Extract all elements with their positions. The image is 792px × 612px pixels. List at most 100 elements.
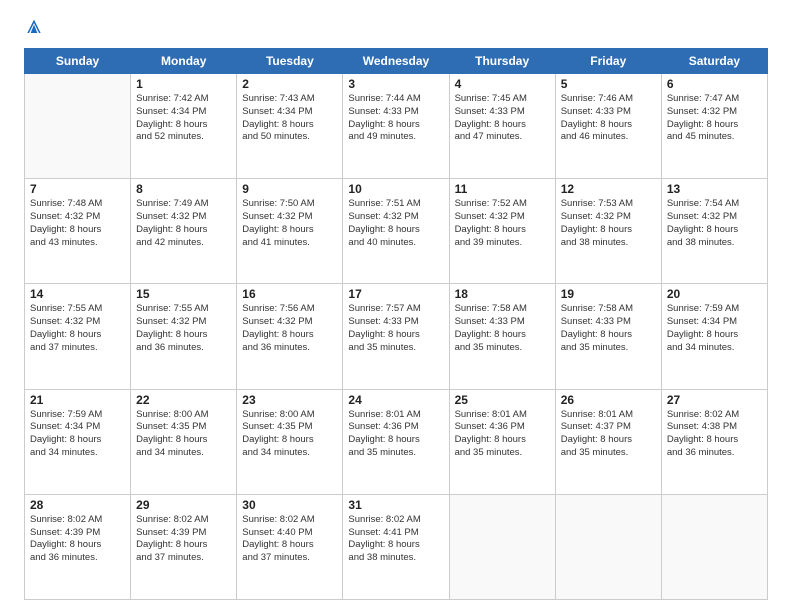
day-info: Sunrise: 7:55 AM Sunset: 4:32 PM Dayligh… <box>136 303 231 354</box>
calendar-cell: 5Sunrise: 7:46 AM Sunset: 4:33 PM Daylig… <box>555 74 661 179</box>
calendar-cell <box>449 494 555 599</box>
weekday-header-sunday: Sunday <box>25 49 131 74</box>
calendar-cell: 10 Sunrise: 7:51 AM Sunset: 4:32 PM Dayli… <box>343 179 449 284</box>
day-number: 30 <box>242 498 337 512</box>
day-number: 29 <box>136 498 231 512</box>
calendar-cell: 29 Sunrise: 8:02 AM Sunset: 4:39 PM Dayli… <box>131 494 237 599</box>
day-info: Sunrise: 8:01 AM Sunset: 4:36 PM Dayligh… <box>348 409 443 460</box>
day-info: Sunrise: 7:56 AM Sunset: 4:32 PM Dayligh… <box>242 303 337 354</box>
day-number: 21 <box>30 393 125 407</box>
day-info: Sunrise: 8:00 AM Sunset: 4:35 PM Dayligh… <box>136 409 231 460</box>
day-info: Sunrise: 7:59 AM Sunset: 4:34 PM Dayligh… <box>30 409 125 460</box>
calendar-cell: 25 Sunrise: 8:01 AM Sunset: 4:36 PM Dayli… <box>449 389 555 494</box>
calendar-cell: 30Sunrise: 8:02 AM Sunset: 4:40 PM Dayli… <box>237 494 343 599</box>
day-info: Sunrise: 7:47 AM Sunset: 4:32 PM Dayligh… <box>667 93 762 144</box>
day-info: Sunrise: 8:00 AM Sunset: 4:35 PM Dayligh… <box>242 409 337 460</box>
day-number: 7 <box>30 182 125 196</box>
day-number: 10 <box>348 182 443 196</box>
calendar-cell: 4 Sunrise: 7:45 AM Sunset: 4:33 PM Daylig… <box>449 74 555 179</box>
day-info: Sunrise: 7:52 AM Sunset: 4:32 PM Dayligh… <box>455 198 550 249</box>
calendar-cell: 23 Sunrise: 8:00 AM Sunset: 4:35 PM Dayli… <box>237 389 343 494</box>
calendar-week-row: 28 Sunrise: 8:02 AM Sunset: 4:39 PM Dayli… <box>25 494 768 599</box>
header <box>24 18 768 38</box>
weekday-header-thursday: Thursday <box>449 49 555 74</box>
day-info: Sunrise: 7:54 AM Sunset: 4:32 PM Dayligh… <box>667 198 762 249</box>
calendar-cell: 27Sunrise: 8:02 AM Sunset: 4:38 PM Dayli… <box>661 389 767 494</box>
day-number: 24 <box>348 393 443 407</box>
calendar-cell: 8 Sunrise: 7:49 AM Sunset: 4:32 PM Daylig… <box>131 179 237 284</box>
day-info: Sunrise: 8:02 AM Sunset: 4:39 PM Dayligh… <box>136 514 231 565</box>
day-number: 23 <box>242 393 337 407</box>
weekday-header-friday: Friday <box>555 49 661 74</box>
weekday-header-row: SundayMondayTuesdayWednesdayThursdayFrid… <box>25 49 768 74</box>
day-number: 1 <box>136 77 231 91</box>
calendar-table: SundayMondayTuesdayWednesdayThursdayFrid… <box>24 48 768 600</box>
day-number: 2 <box>242 77 337 91</box>
day-number: 19 <box>561 287 656 301</box>
day-info: Sunrise: 8:01 AM Sunset: 4:37 PM Dayligh… <box>561 409 656 460</box>
calendar-week-row: 1 Sunrise: 7:42 AM Sunset: 4:34 PM Daylig… <box>25 74 768 179</box>
calendar-cell: 17 Sunrise: 7:57 AM Sunset: 4:33 PM Dayli… <box>343 284 449 389</box>
calendar-cell: 15Sunrise: 7:55 AM Sunset: 4:32 PM Dayli… <box>131 284 237 389</box>
calendar-cell: 13 Sunrise: 7:54 AM Sunset: 4:32 PM Dayli… <box>661 179 767 284</box>
day-info: Sunrise: 7:49 AM Sunset: 4:32 PM Dayligh… <box>136 198 231 249</box>
day-number: 25 <box>455 393 550 407</box>
day-number: 22 <box>136 393 231 407</box>
day-number: 11 <box>455 182 550 196</box>
day-info: Sunrise: 7:43 AM Sunset: 4:34 PM Dayligh… <box>242 93 337 144</box>
day-number: 31 <box>348 498 443 512</box>
day-info: Sunrise: 8:02 AM Sunset: 4:39 PM Dayligh… <box>30 514 125 565</box>
day-info: Sunrise: 7:48 AM Sunset: 4:32 PM Dayligh… <box>30 198 125 249</box>
day-info: Sunrise: 7:45 AM Sunset: 4:33 PM Dayligh… <box>455 93 550 144</box>
day-info: Sunrise: 7:53 AM Sunset: 4:32 PM Dayligh… <box>561 198 656 249</box>
calendar-cell <box>661 494 767 599</box>
day-info: Sunrise: 7:58 AM Sunset: 4:33 PM Dayligh… <box>455 303 550 354</box>
page: SundayMondayTuesdayWednesdayThursdayFrid… <box>0 0 792 612</box>
weekday-header-tuesday: Tuesday <box>237 49 343 74</box>
calendar-cell: 9Sunrise: 7:50 AM Sunset: 4:32 PM Daylig… <box>237 179 343 284</box>
day-info: Sunrise: 7:42 AM Sunset: 4:34 PM Dayligh… <box>136 93 231 144</box>
calendar-cell: 24 Sunrise: 8:01 AM Sunset: 4:36 PM Dayli… <box>343 389 449 494</box>
day-info: Sunrise: 7:51 AM Sunset: 4:32 PM Dayligh… <box>348 198 443 249</box>
logo-icon <box>24 18 44 38</box>
day-number: 20 <box>667 287 762 301</box>
day-info: Sunrise: 7:57 AM Sunset: 4:33 PM Dayligh… <box>348 303 443 354</box>
day-number: 8 <box>136 182 231 196</box>
calendar-cell: 26 Sunrise: 8:01 AM Sunset: 4:37 PM Dayli… <box>555 389 661 494</box>
logo <box>24 18 48 38</box>
calendar-cell: 21 Sunrise: 7:59 AM Sunset: 4:34 PM Dayli… <box>25 389 131 494</box>
weekday-header-monday: Monday <box>131 49 237 74</box>
day-info: Sunrise: 7:44 AM Sunset: 4:33 PM Dayligh… <box>348 93 443 144</box>
day-number: 17 <box>348 287 443 301</box>
calendar-week-row: 7 Sunrise: 7:48 AM Sunset: 4:32 PM Daylig… <box>25 179 768 284</box>
day-number: 14 <box>30 287 125 301</box>
day-number: 5 <box>561 77 656 91</box>
calendar-cell: 18 Sunrise: 7:58 AM Sunset: 4:33 PM Dayli… <box>449 284 555 389</box>
day-number: 13 <box>667 182 762 196</box>
day-number: 16 <box>242 287 337 301</box>
calendar-cell: 2 Sunrise: 7:43 AM Sunset: 4:34 PM Daylig… <box>237 74 343 179</box>
day-info: Sunrise: 8:01 AM Sunset: 4:36 PM Dayligh… <box>455 409 550 460</box>
calendar-cell: 12 Sunrise: 7:53 AM Sunset: 4:32 PM Dayli… <box>555 179 661 284</box>
calendar-week-row: 14 Sunrise: 7:55 AM Sunset: 4:32 PM Dayli… <box>25 284 768 389</box>
day-number: 26 <box>561 393 656 407</box>
calendar-cell: 19 Sunrise: 7:58 AM Sunset: 4:33 PM Dayli… <box>555 284 661 389</box>
day-number: 6 <box>667 77 762 91</box>
calendar-cell: 16 Sunrise: 7:56 AM Sunset: 4:32 PM Dayli… <box>237 284 343 389</box>
day-info: Sunrise: 7:58 AM Sunset: 4:33 PM Dayligh… <box>561 303 656 354</box>
calendar-cell <box>555 494 661 599</box>
day-number: 28 <box>30 498 125 512</box>
calendar-cell: 6 Sunrise: 7:47 AM Sunset: 4:32 PM Daylig… <box>661 74 767 179</box>
day-number: 12 <box>561 182 656 196</box>
day-number: 18 <box>455 287 550 301</box>
calendar-cell <box>25 74 131 179</box>
calendar-cell: 11 Sunrise: 7:52 AM Sunset: 4:32 PM Dayli… <box>449 179 555 284</box>
calendar-cell: 7 Sunrise: 7:48 AM Sunset: 4:32 PM Daylig… <box>25 179 131 284</box>
calendar-cell: 3Sunrise: 7:44 AM Sunset: 4:33 PM Daylig… <box>343 74 449 179</box>
day-number: 4 <box>455 77 550 91</box>
day-info: Sunrise: 8:02 AM Sunset: 4:41 PM Dayligh… <box>348 514 443 565</box>
day-info: Sunrise: 7:50 AM Sunset: 4:32 PM Dayligh… <box>242 198 337 249</box>
calendar-cell: 22 Sunrise: 8:00 AM Sunset: 4:35 PM Dayli… <box>131 389 237 494</box>
day-info: Sunrise: 7:55 AM Sunset: 4:32 PM Dayligh… <box>30 303 125 354</box>
weekday-header-wednesday: Wednesday <box>343 49 449 74</box>
